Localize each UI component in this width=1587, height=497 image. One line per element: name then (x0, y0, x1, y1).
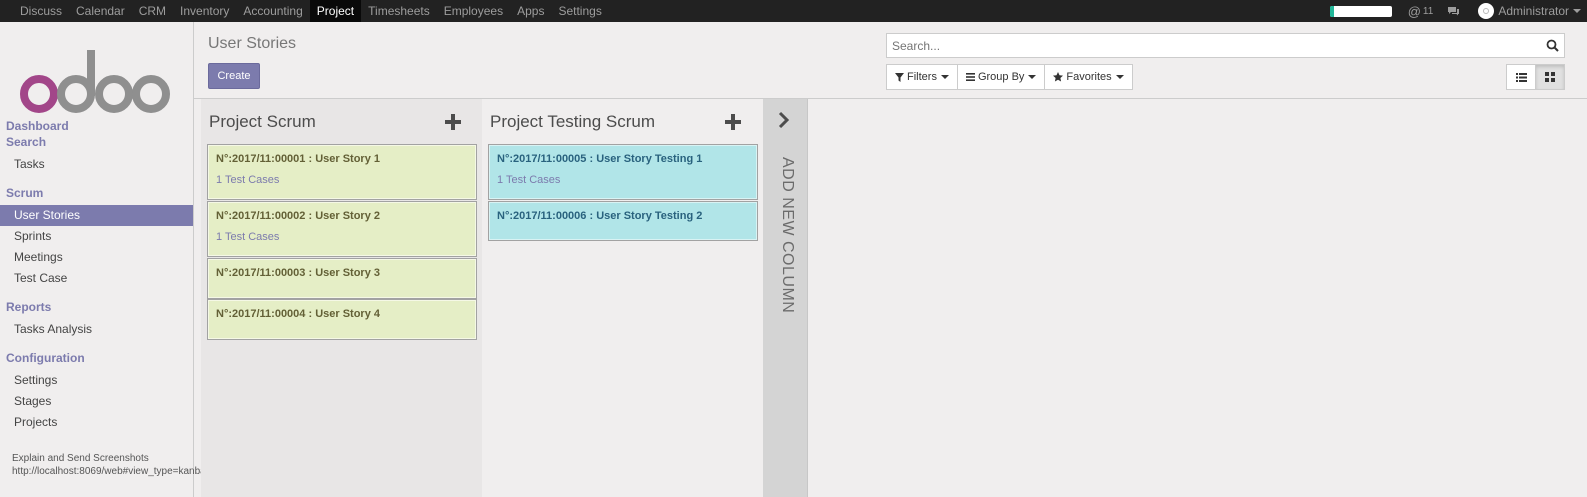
add-new-column[interactable]: ADD NEW COLUMN (763, 99, 808, 497)
mentions-button[interactable]: @ 11 (1408, 4, 1434, 19)
sidebar-item-test-case[interactable]: Test Case (0, 268, 193, 289)
column-title[interactable]: Project Scrum (209, 112, 316, 132)
kanban-view: Project Scrum N°:2017/11:00001 : User St… (194, 99, 1587, 497)
column-title[interactable]: Project Testing Scrum (490, 112, 655, 132)
search-icon[interactable] (1546, 39, 1559, 52)
user-name: Administrator (1498, 4, 1569, 18)
card-title: N°:2017/11:00004 : User Story 4 (216, 308, 380, 320)
kanban-view-icon (1545, 72, 1555, 82)
progress-bar[interactable] (1329, 5, 1392, 17)
search-input[interactable] (887, 34, 1527, 57)
card-title: N°:2017/11:00003 : User Story 3 (216, 267, 380, 279)
card-title: N°:2017/11:00002 : User Story 2 (216, 210, 380, 222)
caret-down-icon (1573, 9, 1581, 13)
group-by-label: Group By (977, 71, 1025, 83)
filter-icon (895, 72, 904, 82)
caret-down-icon (940, 75, 949, 79)
kanban-column-project-scrum: Project Scrum N°:2017/11:00001 : User St… (201, 99, 482, 497)
sidebar-item-projects[interactable]: Projects (0, 412, 193, 433)
sidebar-section-configuration[interactable]: Configuration (0, 350, 193, 366)
sidebar-item-tasks[interactable]: Tasks (0, 154, 193, 175)
sidebar-section-search[interactable]: Search (0, 134, 193, 150)
kanban-card[interactable]: N°:2017/11:00004 : User Story 4 (207, 299, 477, 340)
kanban-card[interactable]: N°:2017/11:00006 : User Story Testing 2 (488, 201, 758, 241)
kanban-column-project-testing-scrum: Project Testing Scrum N°:2017/11:00005 :… (482, 99, 763, 497)
card-test-cases[interactable]: 1 Test Cases (208, 222, 476, 243)
sidebar: Dashboard Search Tasks Scrum User Storie… (0, 22, 448, 497)
kanban-card[interactable]: N°:2017/11:00002 : User Story 2 1 Test C… (207, 201, 477, 257)
add-column-label: ADD NEW COLUMN (779, 157, 796, 314)
caret-down-icon (1115, 75, 1124, 79)
kanban-card[interactable]: N°:2017/11:00003 : User Story 3 (207, 258, 477, 299)
menu-inventory[interactable]: Inventory (173, 0, 236, 22)
favorites-button[interactable]: Favorites (1044, 64, 1133, 90)
menu-crm[interactable]: CRM (132, 0, 173, 22)
kanban-view-button[interactable] (1535, 64, 1565, 90)
menu-discuss[interactable]: Discuss (13, 0, 69, 22)
create-button[interactable]: Create (208, 63, 260, 89)
filters-button[interactable]: Filters (886, 64, 958, 90)
menu-timesheets[interactable]: Timesheets (361, 0, 437, 22)
sidebar-section-reports[interactable]: Reports (0, 299, 193, 315)
user-menu[interactable]: Administrator (1478, 3, 1581, 19)
menu-project[interactable]: Project (309, 0, 362, 22)
sidebar-item-settings[interactable]: Settings (0, 370, 193, 391)
app-menu: Discuss Calendar CRM Inventory Accountin… (13, 0, 609, 22)
sidebar-section-dashboard[interactable]: Dashboard (0, 118, 193, 134)
plus-icon[interactable] (445, 114, 461, 130)
menu-calendar[interactable]: Calendar (69, 0, 132, 22)
top-navbar: Discuss Calendar CRM Inventory Accountin… (0, 0, 1587, 22)
group-by-button[interactable]: Group By (956, 64, 1046, 90)
menu-accounting[interactable]: Accounting (236, 0, 309, 22)
menu-settings[interactable]: Settings (551, 0, 608, 22)
kanban-card[interactable]: N°:2017/11:00001 : User Story 1 1 Test C… (207, 144, 477, 200)
menu-employees[interactable]: Employees (437, 0, 510, 22)
list-view-button[interactable] (1506, 64, 1536, 90)
card-test-cases[interactable]: 1 Test Cases (489, 165, 757, 186)
avatar (1478, 3, 1495, 19)
card-test-cases[interactable]: 1 Test Cases (208, 165, 476, 186)
card-title: N°:2017/11:00001 : User Story 1 (216, 153, 380, 165)
chat-icon[interactable] (1447, 6, 1460, 16)
odoo-logo[interactable] (20, 50, 172, 115)
sidebar-item-sprints[interactable]: Sprints (0, 226, 193, 247)
at-icon: @ (1407, 3, 1421, 19)
sidebar-item-tasks-analysis[interactable]: Tasks Analysis (0, 319, 193, 340)
filters-label: Filters (907, 71, 937, 83)
caret-down-icon (1028, 75, 1037, 79)
plus-icon[interactable] (725, 114, 741, 130)
chevron-right-icon (778, 111, 790, 129)
sidebar-item-stages[interactable]: Stages (0, 391, 193, 412)
list-icon (965, 73, 975, 81)
mentions-count: 11 (1422, 5, 1434, 17)
page-title: User Stories (208, 35, 297, 52)
sidebar-section-scrum[interactable]: Scrum (0, 185, 193, 201)
progress-bar-fill (1329, 5, 1335, 17)
sidebar-item-user-stories[interactable]: User Stories (0, 205, 193, 226)
star-icon (1053, 72, 1064, 82)
menu-apps[interactable]: Apps (510, 0, 551, 22)
favorites-label: Favorites (1066, 71, 1112, 83)
search-box (886, 33, 1565, 58)
sidebar-item-meetings[interactable]: Meetings (0, 247, 193, 268)
card-title: N°:2017/11:00005 : User Story Testing 1 (497, 153, 703, 165)
card-title: N°:2017/11:00006 : User Story Testing 2 (497, 210, 703, 222)
kanban-card[interactable]: N°:2017/11:00005 : User Story Testing 1 … (488, 144, 758, 200)
control-panel: User Stories Create Filters Group By Fav… (194, 22, 1587, 99)
list-view-icon (1515, 72, 1527, 82)
